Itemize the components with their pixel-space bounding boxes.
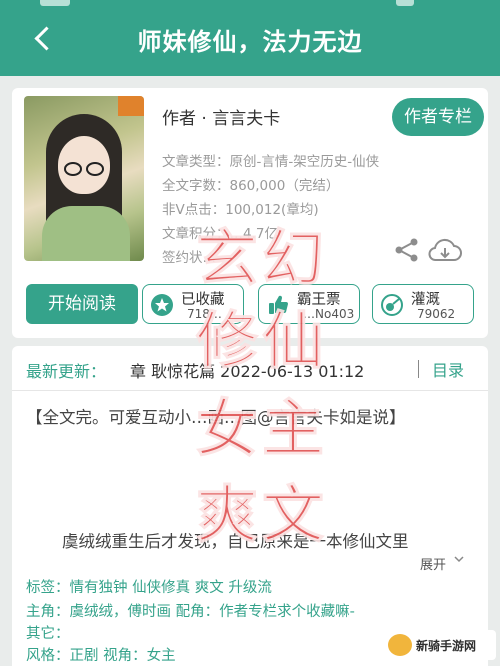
cover-art [42,206,130,261]
latest-update-label: 最新更新： [26,362,107,381]
author-column-button[interactable]: 作者专栏 [392,98,484,136]
cover-art [86,162,104,176]
divider [418,360,419,378]
overlay-text: 玄幻 [195,222,329,296]
start-reading-button[interactable]: 开始阅读 [26,284,138,324]
toc-link[interactable]: 目录 [432,357,464,381]
overlay-text: 女主 [195,392,329,466]
style-row: 风格：正剧 视角：女主 [26,648,176,664]
overlay-text: 爽文 [195,478,329,552]
meta-wordcount: 全文字数：860,000（完结） [162,178,340,194]
meta-type: 文章类型：原创-言情-架空历史-仙侠 [162,154,380,170]
book-cover[interactable] [24,96,144,261]
irrigate-label: 灌溉 [411,292,440,308]
irrigate-count: 79062 [417,307,456,321]
irrigate-button[interactable]: 灌溉 79062 [372,284,474,324]
expand-link[interactable]: 展开 [420,554,446,573]
top-bar: 师妹修仙，法力无边 [0,0,500,76]
watering-icon [381,294,403,316]
back-button[interactable] [30,24,60,54]
status-bar-fragment [40,0,70,6]
cover-art [64,162,82,176]
status-bar-fragment [396,0,414,6]
watermark: 新骑手游网 [384,630,496,660]
share-icon[interactable] [394,238,420,262]
tags-row: 标签：情有独钟 仙侠修真 爽文 升级流 [26,580,272,596]
watermark-logo-icon [388,634,412,656]
characters-row: 主角：虞绒绒，傅时画 配角：作者专栏求个收藏嘛- [26,604,355,620]
watermark-text: 新骑手游网 [416,639,477,653]
chevron-down-icon[interactable] [454,554,464,564]
star-icon [151,294,173,316]
overlay-text: 修仙 [195,304,329,378]
other-row: 其它： [26,626,70,642]
cover-badge [118,96,144,116]
page-title: 师妹修仙，法力无边 [137,28,363,56]
download-cloud-icon[interactable] [428,238,462,264]
author-line[interactable]: 作者 · 言言夫卡 [162,104,280,129]
